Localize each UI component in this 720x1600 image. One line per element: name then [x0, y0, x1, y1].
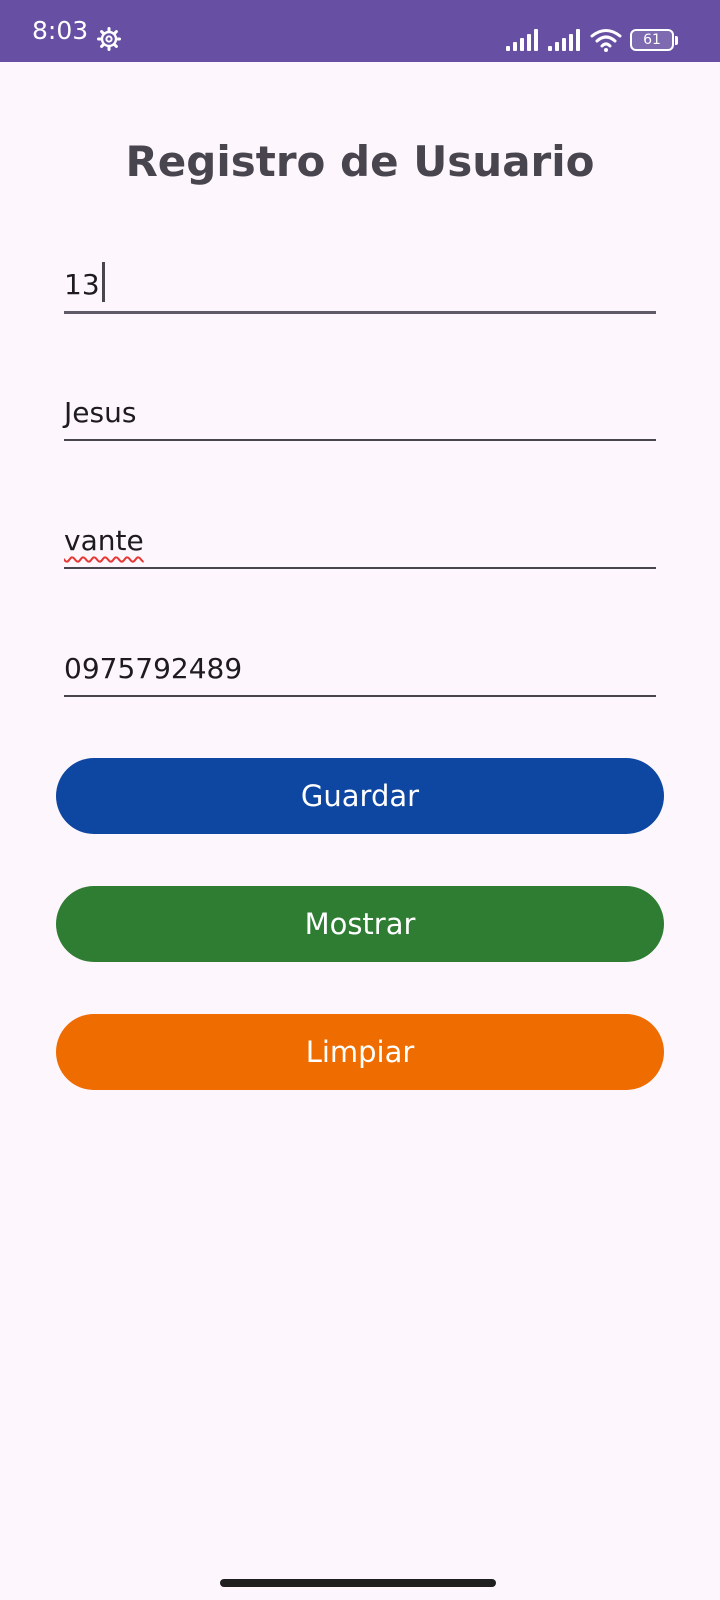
battery-level: 61 [630, 29, 674, 51]
battery-icon: 61 [630, 29, 678, 51]
first-name-field[interactable]: Jesus [64, 392, 656, 442]
show-button[interactable]: Mostrar [56, 886, 664, 962]
save-button[interactable]: Guardar [56, 758, 664, 834]
gear-icon [97, 27, 121, 51]
phone-field-underline [64, 695, 656, 697]
id-field-underline [64, 311, 656, 314]
status-time: 8:03 [32, 16, 89, 45]
phone-field[interactable]: 0975792489 [64, 648, 656, 698]
last-name-field[interactable]: vante [64, 520, 656, 570]
signal-icon [506, 29, 538, 51]
text-cursor [101, 262, 105, 302]
signal-icon [548, 29, 580, 51]
first-name-field-underline [64, 439, 656, 441]
id-field-value: 13 [64, 268, 100, 301]
last-name-field-underline [64, 567, 656, 569]
page-title: Registro de Usuario [125, 137, 595, 186]
status-bar: 8:03 61 [0, 0, 720, 62]
last-name-field-value: vante [64, 524, 144, 557]
phone-field-value: 0975792489 [64, 652, 243, 685]
first-name-field-value: Jesus [64, 396, 137, 429]
battery-tip [675, 35, 678, 45]
clear-button[interactable]: Limpiar [56, 1014, 664, 1090]
navigation-handle[interactable] [220, 1579, 496, 1587]
status-icons: 61 [506, 25, 678, 55]
id-field[interactable]: 13 [64, 256, 656, 316]
wifi-icon [590, 29, 622, 52]
